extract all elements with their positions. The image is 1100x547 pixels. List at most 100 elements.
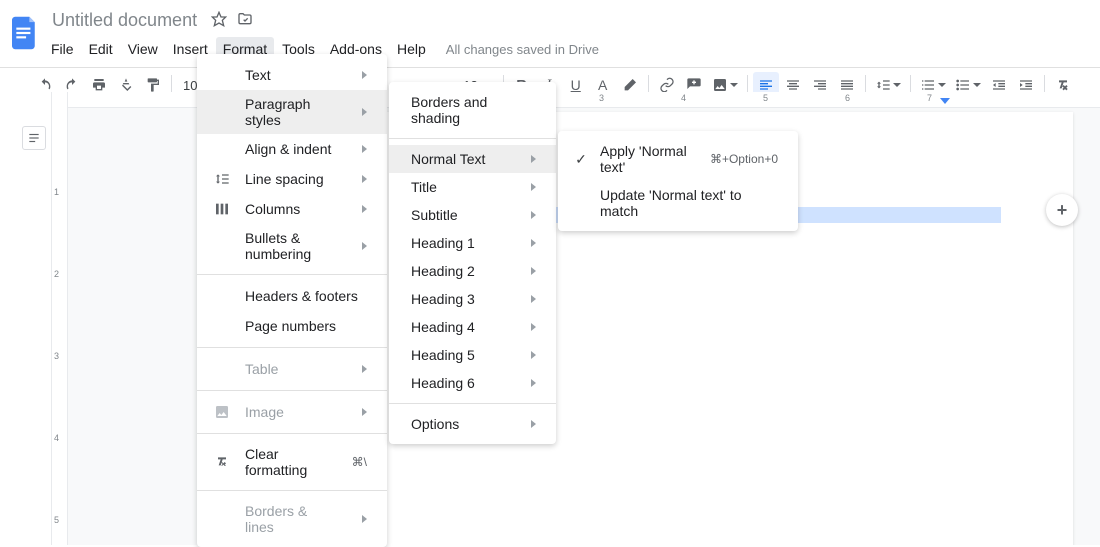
submenu-arrow-icon bbox=[362, 205, 367, 213]
menu-item-label: Line spacing bbox=[245, 171, 336, 187]
menu-item-label: Heading 4 bbox=[411, 319, 505, 335]
ruler-tick: 4 bbox=[681, 93, 686, 103]
ruler-tick: 7 bbox=[927, 93, 932, 103]
image-icon bbox=[213, 403, 231, 421]
submenu-arrow-icon bbox=[531, 379, 536, 387]
menu-item-label: Apply 'Normal text' bbox=[600, 143, 700, 175]
docs-logo[interactable] bbox=[0, 6, 40, 60]
menu-item-heading-3[interactable]: Heading 3 bbox=[389, 285, 556, 313]
menubar-edit[interactable]: Edit bbox=[82, 37, 120, 61]
document-title[interactable]: Untitled document bbox=[48, 8, 201, 33]
menu-shortcut: ⌘+Option+0 bbox=[710, 152, 778, 166]
ruler-tick: 6 bbox=[845, 93, 850, 103]
menubar-file[interactable]: File bbox=[44, 37, 81, 61]
menu-item-label: Heading 6 bbox=[411, 375, 505, 391]
submenu-arrow-icon bbox=[362, 71, 367, 79]
menu-item-borders-and-shading[interactable]: Borders and shading bbox=[389, 88, 556, 132]
header: Untitled document FileEditViewInsertForm… bbox=[0, 0, 1100, 67]
submenu-arrow-icon bbox=[362, 108, 367, 116]
menu-item-label: Image bbox=[245, 404, 336, 420]
star-icon[interactable] bbox=[211, 11, 227, 30]
menu-item-columns[interactable]: Columns bbox=[197, 194, 387, 224]
submenu-arrow-icon bbox=[362, 515, 367, 523]
ruler-tick: 2 bbox=[54, 269, 59, 279]
menu-item-label: Heading 2 bbox=[411, 263, 505, 279]
paragraph-styles-menu: Borders and shading Normal Text Title Subti… bbox=[389, 82, 556, 444]
menu-item-bullets-numbering[interactable]: Bullets & numbering bbox=[197, 224, 387, 268]
submenu-arrow-icon bbox=[531, 155, 536, 163]
menu-item-label: Heading 3 bbox=[411, 291, 505, 307]
menu-divider bbox=[197, 390, 387, 391]
chevron-down-icon bbox=[730, 83, 738, 87]
menu-item-table: Table bbox=[197, 354, 387, 384]
menubar-help[interactable]: Help bbox=[390, 37, 433, 61]
menu-item-clear-formatting[interactable]: Clear formatting⌘\ bbox=[197, 440, 387, 484]
menu-item-label: Heading 5 bbox=[411, 347, 505, 363]
menu-item-heading-6[interactable]: Heading 6 bbox=[389, 369, 556, 397]
menu-item-headers-footers[interactable]: Headers & footers bbox=[197, 281, 387, 311]
submenu-arrow-icon bbox=[362, 408, 367, 416]
menu-item-heading-5[interactable]: Heading 5 bbox=[389, 341, 556, 369]
menu-item-label: Bullets & numbering bbox=[245, 230, 336, 262]
menu-item-title[interactable]: Title bbox=[389, 173, 556, 201]
ruler-tick: 4 bbox=[54, 433, 59, 443]
menu-divider bbox=[197, 274, 387, 275]
line-spacing-icon bbox=[213, 170, 231, 188]
menu-item-label: Subtitle bbox=[411, 207, 505, 223]
left-gutter bbox=[0, 92, 52, 545]
menu-item-paragraph-styles[interactable]: Paragraph styles bbox=[197, 90, 387, 134]
menu-item-label: Update 'Normal text' to match bbox=[600, 187, 778, 219]
menu-item-label: Text bbox=[245, 67, 336, 83]
chevron-down-icon bbox=[938, 83, 946, 87]
menu-item-heading-1[interactable]: Heading 1 bbox=[389, 229, 556, 257]
menu-item-apply-normal-text-[interactable]: ✓Apply 'Normal text'⌘+Option+0 bbox=[558, 137, 798, 181]
submenu-arrow-icon bbox=[531, 420, 536, 428]
menu-item-options[interactable]: Options bbox=[389, 410, 556, 438]
move-folder-icon[interactable] bbox=[237, 11, 253, 30]
format-menu: Text Paragraph styles Align & indent Line s… bbox=[197, 54, 387, 547]
save-status: All changes saved in Drive bbox=[446, 42, 599, 57]
menu-item-label: Columns bbox=[245, 201, 336, 217]
ruler-tick: 5 bbox=[763, 93, 768, 103]
explore-button[interactable]: + bbox=[1046, 194, 1078, 226]
menu-item-label: Normal Text bbox=[411, 151, 505, 167]
ruler-tick: 1 bbox=[54, 187, 59, 197]
submenu-arrow-icon bbox=[531, 323, 536, 331]
indent-marker[interactable] bbox=[940, 98, 950, 104]
menu-item-align-indent[interactable]: Align & indent bbox=[197, 134, 387, 164]
clear-format-icon bbox=[213, 453, 231, 471]
submenu-arrow-icon bbox=[362, 175, 367, 183]
submenu-arrow-icon bbox=[362, 365, 367, 373]
ruler-tick: 3 bbox=[599, 93, 604, 103]
menu-item-subtitle[interactable]: Subtitle bbox=[389, 201, 556, 229]
menu-item-label: Title bbox=[411, 179, 505, 195]
chevron-down-icon bbox=[893, 83, 901, 87]
chevron-down-icon bbox=[973, 83, 981, 87]
menu-item-heading-4[interactable]: Heading 4 bbox=[389, 313, 556, 341]
menu-divider bbox=[389, 138, 556, 139]
menu-item-normal-text[interactable]: Normal Text bbox=[389, 145, 556, 173]
menu-item-update-normal-text-to-match[interactable]: Update 'Normal text' to match bbox=[558, 181, 798, 225]
submenu-arrow-icon bbox=[531, 351, 536, 359]
menu-item-label: Options bbox=[411, 416, 505, 432]
menu-item-heading-2[interactable]: Heading 2 bbox=[389, 257, 556, 285]
ruler-tick: 3 bbox=[54, 351, 59, 361]
menu-item-text[interactable]: Text bbox=[197, 60, 387, 90]
submenu-arrow-icon bbox=[531, 295, 536, 303]
menu-item-label: Borders and shading bbox=[411, 94, 536, 126]
submenu-arrow-icon bbox=[531, 239, 536, 247]
normal-text-submenu: ✓Apply 'Normal text'⌘+Option+0Update 'No… bbox=[558, 131, 798, 231]
menu-item-line-spacing[interactable]: Line spacing bbox=[197, 164, 387, 194]
menu-divider bbox=[197, 490, 387, 491]
vertical-ruler: 12345 bbox=[52, 92, 68, 545]
menu-item-page-numbers[interactable]: Page numbers bbox=[197, 311, 387, 341]
menu-item-label: Table bbox=[245, 361, 336, 377]
menu-item-label: Borders & lines bbox=[245, 503, 336, 535]
menubar-view[interactable]: View bbox=[121, 37, 165, 61]
submenu-arrow-icon bbox=[362, 242, 367, 250]
menu-item-image: Image bbox=[197, 397, 387, 427]
document-outline-button[interactable] bbox=[22, 126, 46, 150]
menu-item-label: Paragraph styles bbox=[245, 96, 336, 128]
menu-divider bbox=[197, 347, 387, 348]
menu-item-borders-lines: Borders & lines bbox=[197, 497, 387, 541]
